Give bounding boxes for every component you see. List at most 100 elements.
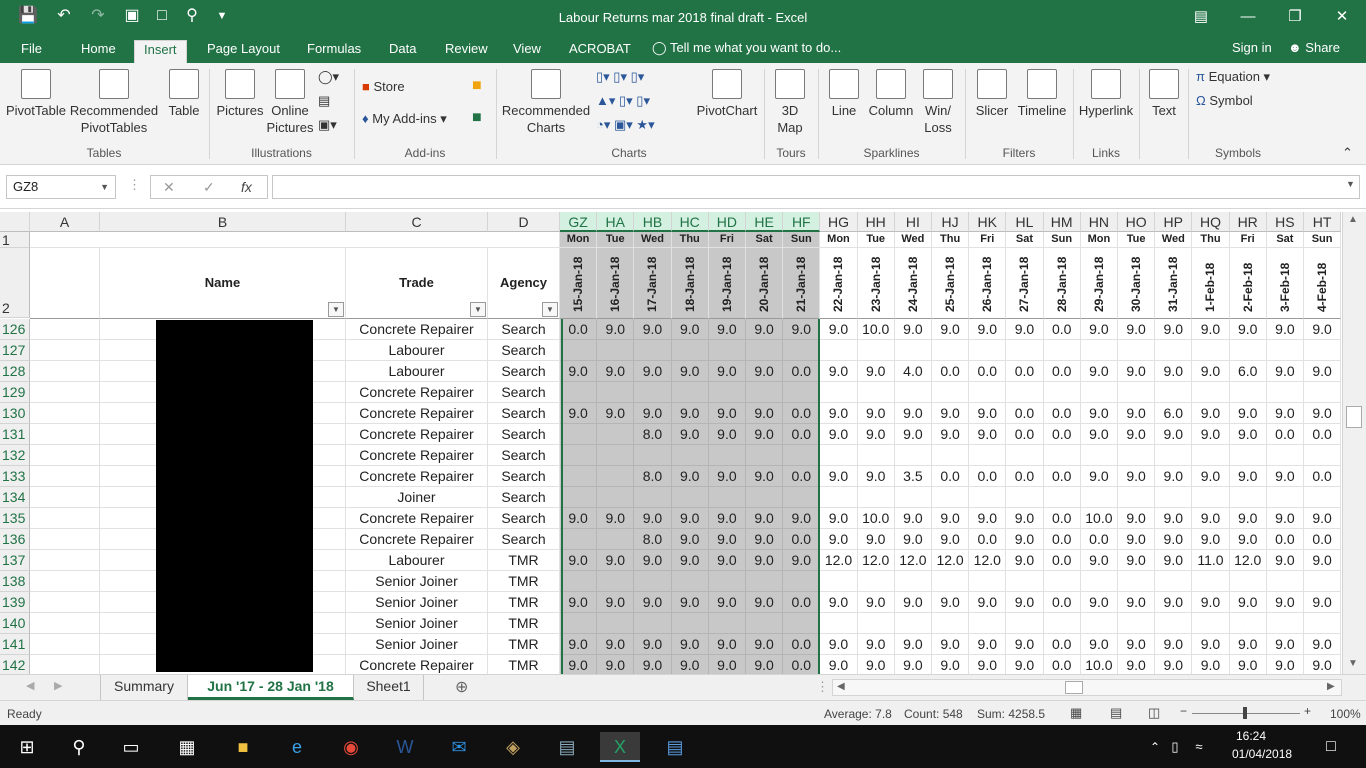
share-button[interactable]: ☻ Share <box>1288 40 1340 55</box>
cell-hours[interactable] <box>1229 340 1267 361</box>
cell-hours[interactable] <box>1080 340 1118 361</box>
cell-hours[interactable]: 9.0 <box>1304 634 1342 655</box>
cell-hours[interactable]: 9.0 <box>969 592 1007 613</box>
cell-hours[interactable]: 9.0 <box>1266 403 1304 424</box>
cell-hours[interactable] <box>1155 613 1193 634</box>
cell-hours[interactable]: 9.0 <box>1080 403 1118 424</box>
cell-hours[interactable]: 9.0 <box>1006 319 1044 340</box>
cell-hours[interactable] <box>1006 613 1044 634</box>
cell-hours[interactable]: 9.0 <box>932 403 970 424</box>
sheet-tab-summary[interactable]: Summary <box>100 675 188 700</box>
column-header-hm[interactable]: HM <box>1043 212 1081 232</box>
cancel-icon[interactable]: ✕ <box>163 176 175 198</box>
row-header[interactable]: 128 <box>0 361 30 382</box>
add-sheet-icon[interactable]: ⊕ <box>455 677 468 697</box>
cell-hours[interactable] <box>894 445 932 466</box>
cell-hours[interactable] <box>1229 487 1267 508</box>
row-header[interactable]: 139 <box>0 592 30 613</box>
cell-agency[interactable]: TMR <box>488 655 560 674</box>
cell-hours[interactable] <box>820 571 858 592</box>
cell-hours[interactable]: 0.0 <box>932 361 970 382</box>
cell-hours[interactable]: 9.0 <box>857 466 895 487</box>
normal-view-icon[interactable]: ▦ <box>1070 705 1082 721</box>
cell-hours[interactable]: 9.0 <box>1006 550 1044 571</box>
zoom-in-icon[interactable]: + <box>1304 704 1311 718</box>
cell-hours[interactable] <box>1229 571 1267 592</box>
cell-a[interactable] <box>30 550 100 571</box>
cell-hours[interactable] <box>1080 445 1118 466</box>
cell-hours[interactable] <box>1304 487 1342 508</box>
cell-hours[interactable] <box>1043 487 1081 508</box>
cell-hours[interactable]: 9.0 <box>1118 424 1156 445</box>
cell-hours[interactable]: 9.0 <box>1118 466 1156 487</box>
cell-hours[interactable] <box>1155 487 1193 508</box>
cell-hours[interactable] <box>1043 571 1081 592</box>
cell-hours[interactable] <box>1304 571 1342 592</box>
restore-button[interactable]: ❐ <box>1272 4 1318 30</box>
cell-hours[interactable]: 0.0 <box>932 466 970 487</box>
cell-a[interactable] <box>30 319 100 340</box>
cell-hours[interactable] <box>1043 445 1081 466</box>
cell-hours[interactable]: 9.0 <box>1229 634 1267 655</box>
cell-hours[interactable] <box>820 487 858 508</box>
tab-home[interactable]: Home <box>72 40 125 63</box>
select-all-corner[interactable] <box>0 212 30 232</box>
cell-a[interactable] <box>30 361 100 382</box>
cell-hours[interactable]: 9.0 <box>857 529 895 550</box>
row-header[interactable]: 134 <box>0 487 30 508</box>
cell-hours[interactable]: 0.0 <box>1266 424 1304 445</box>
cell-hours[interactable] <box>1006 382 1044 403</box>
cell-hours[interactable]: 9.0 <box>969 424 1007 445</box>
next-sheet-icon[interactable]: ▶ <box>54 679 62 692</box>
slicer-button[interactable]: Slicer <box>972 69 1012 119</box>
cell-a[interactable] <box>30 634 100 655</box>
cell-hours[interactable]: 9.0 <box>1155 529 1193 550</box>
remote-desktop-icon[interactable]: ▤ <box>660 732 690 762</box>
cell-hours[interactable]: 9.0 <box>895 655 932 674</box>
column-chart-icon[interactable]: ▯▾ ▯▾ ▯▾ <box>596 69 644 85</box>
cell-hours[interactable]: 9.0 <box>1304 592 1342 613</box>
column-header-hl[interactable]: HL <box>1006 212 1044 232</box>
cell-hours[interactable] <box>820 445 858 466</box>
cell-hours[interactable] <box>857 340 895 361</box>
cell-hours[interactable] <box>1266 382 1304 403</box>
cell-trade[interactable]: Concrete Repairer <box>346 445 488 466</box>
cell-agency[interactable]: TMR <box>488 592 560 613</box>
filter-dropdown-name[interactable]: ▼ <box>328 302 344 317</box>
cell-hours[interactable]: 9.0 <box>857 424 895 445</box>
sparkline-winloss-button[interactable]: Win/Loss <box>918 69 958 136</box>
cell-hours[interactable]: 0.0 <box>1304 466 1342 487</box>
cell-hours[interactable]: 6.0 <box>1155 403 1193 424</box>
prev-sheet-icon[interactable]: ◀ <box>26 679 34 692</box>
cell-hours[interactable]: 12.0 <box>857 550 895 571</box>
cell-hours[interactable]: 9.0 <box>820 508 858 529</box>
worksheet-grid[interactable]: A B C D GZ HA HB HC HD HE HF HG HH HI HJ HK HL HM HN HO HP HQ… <box>0 212 1342 674</box>
row-header[interactable]: 137 <box>0 550 30 571</box>
cell-hours[interactable] <box>1118 382 1156 403</box>
symbol-button[interactable]: Ω Symbol <box>1196 93 1253 108</box>
cell-hours[interactable]: 0.0 <box>1043 529 1081 550</box>
cell-hours[interactable]: 9.0 <box>894 634 932 655</box>
cell-hours[interactable] <box>1266 613 1304 634</box>
cell-hours[interactable]: 9.0 <box>1267 655 1304 674</box>
cell-hours[interactable] <box>932 382 970 403</box>
text-button[interactable]: Text <box>1144 69 1184 119</box>
cell-hours[interactable] <box>1080 487 1118 508</box>
formula-input[interactable] <box>272 175 1360 199</box>
cell-a[interactable] <box>30 445 100 466</box>
cell-hours[interactable] <box>1192 613 1230 634</box>
cell-agency[interactable]: Search <box>488 319 560 340</box>
row-header[interactable]: 126 <box>0 319 30 340</box>
row-header[interactable]: 141 <box>0 634 30 655</box>
hierarchy-chart-icon[interactable]: ▲▾ ▯▾ ▯▾ <box>596 93 650 109</box>
internet-explorer-icon[interactable]: e <box>282 732 312 762</box>
search-icon[interactable]: ⚲ <box>64 732 94 762</box>
scroll-down-icon[interactable]: ▼ <box>1348 658 1358 669</box>
cell-hours[interactable]: 9.0 <box>820 361 858 382</box>
cell-hours[interactable]: 9.0 <box>1266 508 1304 529</box>
cell-hours[interactable] <box>1118 445 1156 466</box>
pivotchart-button[interactable]: PivotChart <box>696 69 758 119</box>
cell-hours[interactable] <box>1118 571 1156 592</box>
cell-hours[interactable]: 9.0 <box>1230 655 1267 674</box>
cell-hours[interactable] <box>969 487 1007 508</box>
